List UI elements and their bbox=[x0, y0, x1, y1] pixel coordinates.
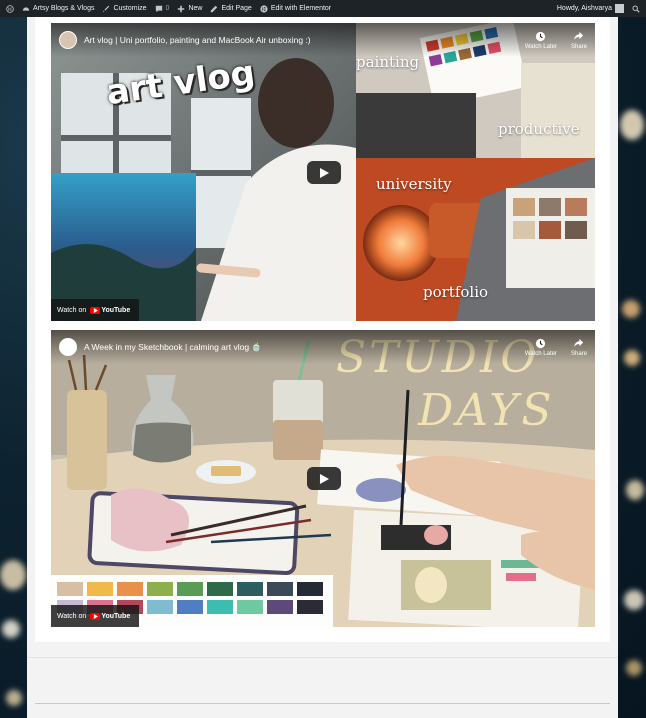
youtube-play-icon bbox=[90, 612, 101, 620]
share-label: Share bbox=[570, 43, 587, 50]
thumbnail-text-productive: productive bbox=[498, 120, 580, 138]
edit-elementor-link[interactable]: Edit with Elementor bbox=[260, 4, 332, 13]
thumbnail-text-days: DAYS bbox=[418, 385, 555, 436]
wordpress-logo-icon[interactable]: W bbox=[6, 4, 14, 13]
youtube-wordmark: YouTube bbox=[101, 306, 131, 314]
thumbnail-text-university: university bbox=[376, 175, 452, 193]
video-card: Art vlog | Uni portfolio, painting and M… bbox=[35, 17, 610, 642]
howdy-label: Howdy, Aishvarya bbox=[556, 5, 612, 12]
watch-later-button[interactable]: Watch Later bbox=[525, 31, 557, 50]
channel-avatar[interactable] bbox=[59, 31, 77, 49]
comments-link[interactable]: 0 bbox=[155, 5, 170, 13]
watch-later-label: Watch Later bbox=[524, 43, 557, 50]
youtube-logo: YouTube bbox=[90, 612, 131, 620]
clock-icon bbox=[536, 338, 546, 348]
video-header-2: A Week in my Sketchbook | calming art vl… bbox=[51, 330, 595, 364]
video-title-1[interactable]: Art vlog | Uni portfolio, painting and M… bbox=[84, 35, 518, 45]
site-name-link[interactable]: Artsy Blogs & Vlogs bbox=[22, 5, 94, 13]
brush-icon bbox=[103, 5, 110, 12]
share-arrow-icon bbox=[574, 31, 584, 40]
video-actions-1: Watch Later Share bbox=[525, 31, 587, 50]
watch-later-button[interactable]: Watch Later bbox=[525, 338, 557, 357]
share-arrow-icon bbox=[574, 338, 584, 347]
video-actions-2: Watch Later Share bbox=[525, 338, 587, 357]
watch-on-youtube-2[interactable]: Watch on YouTube bbox=[51, 605, 139, 627]
customize-link[interactable]: Customize bbox=[102, 5, 147, 13]
watch-on-youtube-1[interactable]: Watch on YouTube bbox=[51, 299, 139, 321]
search-icon bbox=[632, 4, 640, 13]
content-column: Art vlog | Uni portfolio, painting and M… bbox=[27, 17, 618, 718]
edit-page-link[interactable]: Edit Page bbox=[210, 5, 252, 13]
wp-admin-bar: W Artsy Blogs & Vlogs Customize 0 New Ed… bbox=[0, 0, 646, 17]
plus-icon bbox=[178, 5, 185, 12]
avatar bbox=[615, 4, 624, 13]
youtube-wordmark: YouTube bbox=[101, 612, 131, 620]
comment-bubble-icon bbox=[155, 5, 162, 12]
share-button[interactable]: Share bbox=[571, 31, 587, 50]
play-icon bbox=[320, 167, 329, 178]
new-label: New bbox=[188, 5, 203, 12]
elementor-icon bbox=[260, 4, 268, 13]
watch-on-label: Watch on bbox=[57, 306, 87, 314]
new-content-link[interactable]: New bbox=[177, 5, 202, 13]
clock-icon bbox=[536, 31, 546, 41]
edit-elementor-label: Edit with Elementor bbox=[270, 5, 332, 12]
admin-search-button[interactable] bbox=[632, 4, 640, 13]
video-title-2[interactable]: A Week in my Sketchbook | calming art vl… bbox=[84, 342, 518, 353]
play-button-2[interactable] bbox=[307, 467, 341, 490]
svg-text:W: W bbox=[8, 6, 13, 12]
thumbnail-text-portfolio: portfolio bbox=[423, 283, 489, 301]
comments-count: 0 bbox=[165, 5, 170, 12]
customize-label: Customize bbox=[113, 5, 147, 12]
play-button-1[interactable] bbox=[307, 161, 341, 184]
youtube-play-icon bbox=[90, 306, 101, 314]
watch-on-label: Watch on bbox=[57, 612, 87, 620]
section-divider bbox=[27, 657, 618, 658]
edit-page-label: Edit Page bbox=[221, 5, 252, 12]
youtube-embed-2[interactable]: A Week in my Sketchbook | calming art vl… bbox=[51, 330, 595, 627]
dashboard-icon bbox=[22, 6, 30, 11]
account-menu[interactable]: Howdy, Aishvarya bbox=[557, 4, 624, 13]
share-label: Share bbox=[570, 350, 587, 357]
pencil-icon bbox=[211, 5, 218, 12]
share-button[interactable]: Share bbox=[571, 338, 587, 357]
watch-later-label: Watch Later bbox=[524, 350, 557, 357]
play-icon bbox=[320, 473, 329, 484]
channel-avatar[interactable] bbox=[59, 338, 77, 356]
youtube-logo: YouTube bbox=[90, 306, 131, 314]
footer-divider bbox=[35, 703, 610, 704]
site-name-label: Artsy Blogs & Vlogs bbox=[33, 5, 95, 12]
video-header-1: Art vlog | Uni portfolio, painting and M… bbox=[51, 23, 595, 57]
youtube-embed-1[interactable]: Art vlog | Uni portfolio, painting and M… bbox=[51, 23, 595, 321]
